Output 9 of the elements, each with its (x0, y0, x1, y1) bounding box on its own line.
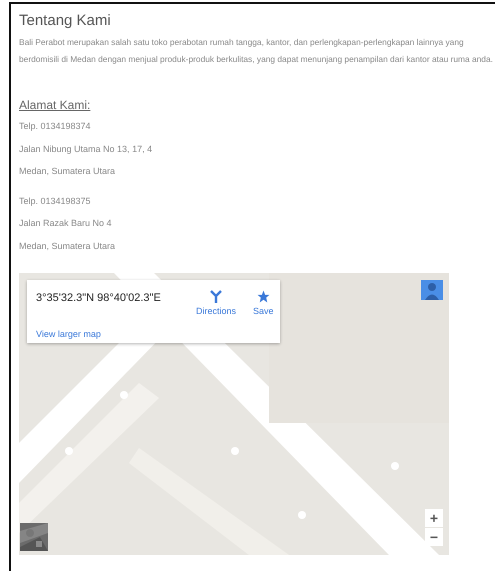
address-line: Telp. 0134198374 (19, 120, 92, 133)
address-line: Medan, Sumatera Utara (19, 165, 116, 178)
intro-paragraph: Bali Perabot merupakan salah satu toko perabotan rumah tangga, kantor, dan perlengkapan-perlengkapan lainnya yang berdomisili di Medan dengan menjual produk-produk berkulitas, yang dapat menunjang penampilan dari kantor atau ruma anda. (19, 36, 493, 66)
heading: Tentang Kami (19, 12, 112, 30)
address-line: Medan, Sumatera Utara (19, 240, 116, 252)
address-heading: Alamat Kami: (19, 97, 90, 114)
address-line: Jalan Razak Baru No 4 (19, 217, 113, 230)
address-line: Telp. 0134198375 (19, 194, 92, 208)
address-line: Jalan Nibung Utama No 13, 17, 4 (19, 142, 154, 156)
